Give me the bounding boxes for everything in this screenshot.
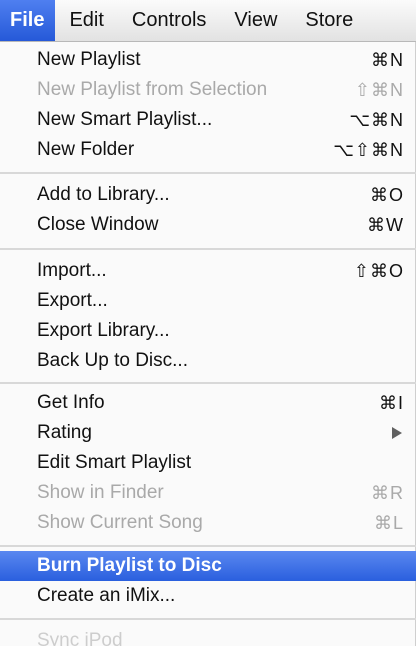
menu-separator [0,618,416,620]
menu-item-new-playlist-from-selection[interactable]: New Playlist from Selection ⇧⌘N [0,75,416,105]
menu-item-add-to-library[interactable]: Add to Library... ⌘O [0,180,416,210]
menu-item-shortcut: ⌘N [371,49,404,70]
menu-item-label: New Playlist [37,49,141,70]
menu-item-label: Burn Playlist to Disc [37,555,222,576]
menu-item-shortcut: ⌘W [367,214,404,235]
menu-item-label: New Folder [37,139,135,160]
menu-item-shortcut: ⌘O [369,184,404,205]
menu-item-show-in-finder[interactable]: Show in Finder ⌘R [0,478,416,508]
menu-bar: File Edit Controls View Store [0,0,416,42]
file-menu-dropdown: New Playlist ⌘N New Playlist from Select… [0,42,416,646]
menu-view[interactable]: View [220,0,291,41]
menu-item-shortcut: ⌘R [371,482,404,503]
menu-item-sync-ipod[interactable]: Sync iPod [0,626,416,646]
menu-item-label: Export... [37,290,108,311]
menu-separator [0,382,416,384]
menu-item-import[interactable]: Import... ⇧⌘O [0,256,416,286]
menu-item-shortcut: ⌥⇧⌘N [333,139,404,160]
menu-separator [0,172,416,174]
menu-item-rating[interactable]: Rating [0,418,416,448]
menu-item-label: Edit Smart Playlist [37,452,192,473]
menu-item-shortcut: ⇧⌘N [354,79,404,100]
submenu-arrow-icon [392,427,402,439]
menu-item-label: Add to Library... [37,184,170,205]
menu-separator [0,248,416,250]
menu-item-export-library[interactable]: Export Library... [0,316,416,346]
menu-item-label: Show in Finder [37,482,164,503]
menu-file[interactable]: File [0,0,56,41]
menu-item-export[interactable]: Export... [0,286,416,316]
menu-item-back-up-to-disc[interactable]: Back Up to Disc... [0,346,416,376]
menu-item-edit-smart-playlist[interactable]: Edit Smart Playlist [0,448,416,478]
menu-item-label: Show Current Song [37,512,203,533]
menu-item-label: New Smart Playlist... [37,109,213,130]
menu-item-label: Rating [37,422,92,443]
menu-item-get-info[interactable]: Get Info ⌘I [0,388,416,418]
menu-item-shortcut: ⇧⌘O [353,260,404,281]
menu-item-label: Sync iPod [37,630,123,646]
menu-item-label: Get Info [37,392,105,413]
menu-item-burn-playlist-to-disc[interactable]: Burn Playlist to Disc [0,551,416,581]
menu-item-new-smart-playlist[interactable]: New Smart Playlist... ⌥⌘N [0,105,416,135]
menu-item-create-an-imix[interactable]: Create an iMix... [0,581,416,611]
menu-item-close-window[interactable]: Close Window ⌘W [0,210,416,240]
menu-item-new-playlist[interactable]: New Playlist ⌘N [0,45,416,75]
menu-item-label: Import... [37,260,107,281]
menu-separator [0,545,416,547]
screen: File Edit Controls View Store New Playli… [0,0,416,646]
menu-store[interactable]: Store [291,0,367,41]
menu-item-label: New Playlist from Selection [37,79,268,100]
menu-item-new-folder[interactable]: New Folder ⌥⇧⌘N [0,135,416,165]
menu-item-label: Back Up to Disc... [37,350,188,371]
menu-item-shortcut: ⌘L [373,512,404,533]
menu-item-label: Export Library... [37,320,170,341]
menu-item-show-current-song[interactable]: Show Current Song ⌘L [0,508,416,538]
menu-item-shortcut: ⌥⌘N [349,109,404,130]
menu-controls[interactable]: Controls [118,0,220,41]
menu-item-label: Close Window [37,214,159,235]
menu-item-label: Create an iMix... [37,585,176,606]
menu-item-shortcut: ⌘I [378,392,404,413]
menu-edit[interactable]: Edit [55,0,117,41]
